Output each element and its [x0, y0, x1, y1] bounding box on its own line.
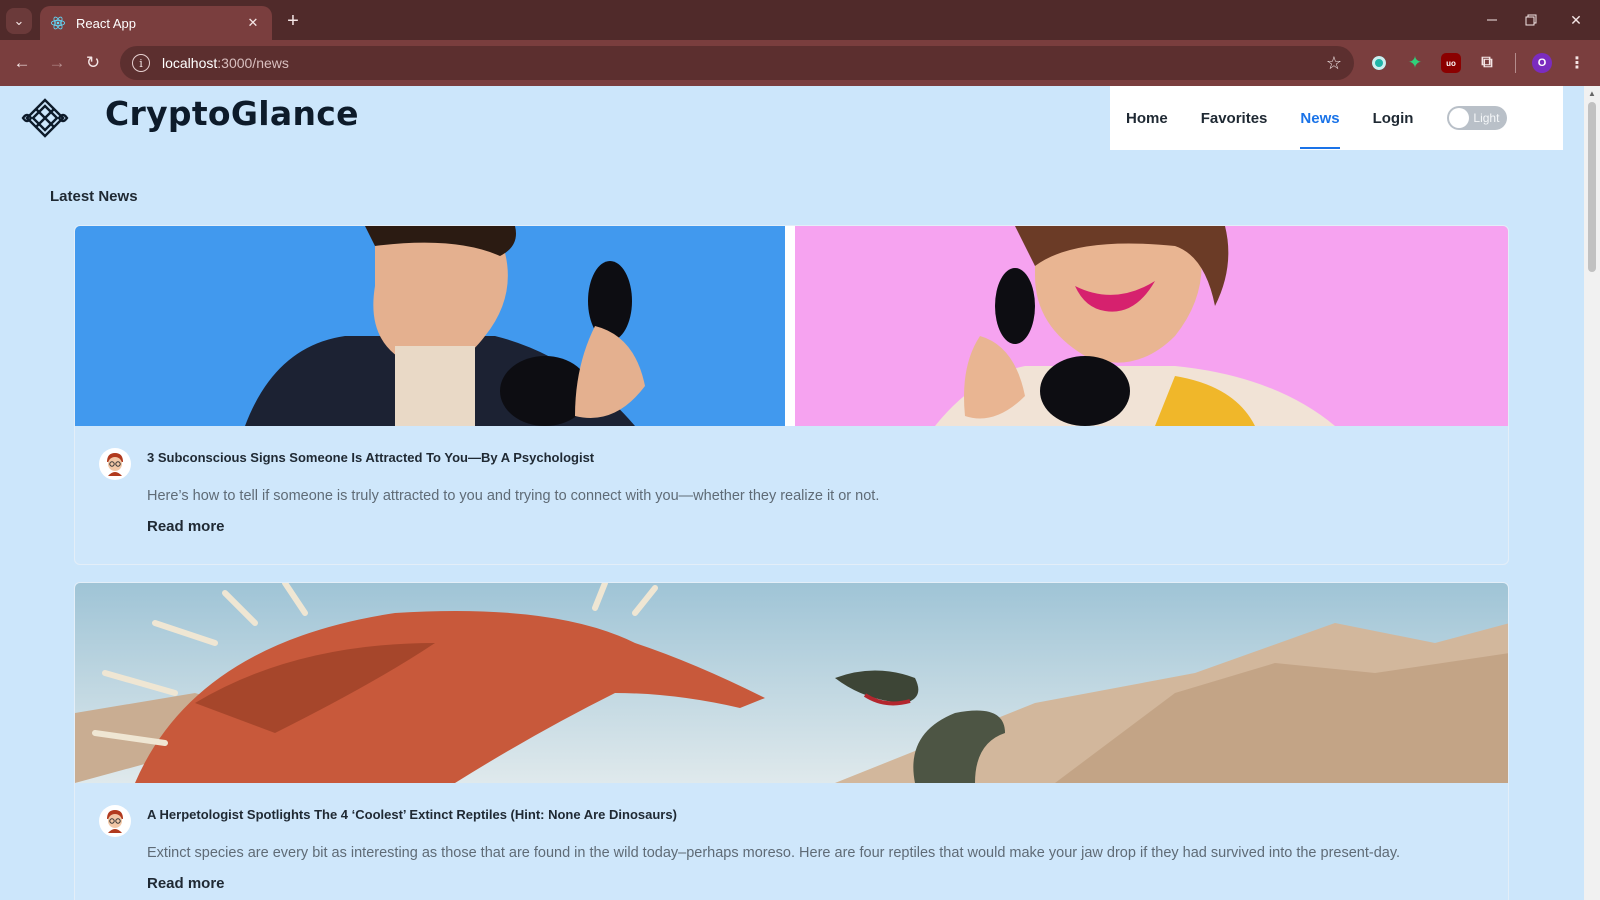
main-navbar: Home Favorites News Login Light: [1110, 86, 1563, 150]
news-card-body: 3 Subconscious Signs Someone Is Attracte…: [75, 426, 1508, 536]
article-title[interactable]: 3 Subconscious Signs Someone Is Attracte…: [147, 448, 1484, 468]
author-avatar: [99, 448, 131, 480]
toggle-knob: [1449, 108, 1470, 128]
ublock-extension-icon[interactable]: uo: [1441, 53, 1461, 73]
tab-close-icon[interactable]: ✕: [244, 14, 262, 32]
close-window-icon[interactable]: ✕: [1556, 6, 1596, 34]
author-avatar: [99, 805, 131, 837]
article-title[interactable]: A Herpetologist Spotlights The 4 ‘Cooles…: [147, 805, 1484, 825]
forward-arrow-icon[interactable]: →: [44, 50, 70, 76]
theme-toggle[interactable]: Light: [1447, 106, 1508, 130]
read-more-link[interactable]: Read more: [147, 875, 225, 892]
news-card-body: A Herpetologist Spotlights The 4 ‘Cooles…: [75, 783, 1508, 893]
react-favicon-icon: [50, 15, 66, 31]
restore-window-icon[interactable]: [1511, 6, 1551, 34]
extensions-puzzle-icon[interactable]: ⧉: [1477, 53, 1497, 73]
latest-news-heading: Latest News: [50, 188, 138, 205]
read-more-link[interactable]: Read more: [147, 518, 225, 535]
site-info-icon[interactable]: i: [132, 54, 150, 72]
page-scrollbar[interactable]: ▲: [1584, 86, 1600, 900]
article-image-phone-call[interactable]: [75, 226, 1508, 426]
address-bar[interactable]: i localhost:3000/news ☆: [120, 46, 1354, 80]
nav-home[interactable]: Home: [1126, 86, 1168, 150]
tab-title: React App: [76, 15, 136, 31]
browser-toolbar: ← → ↻ i localhost:3000/news ☆ ✦ uo ⧉ O ⋮: [0, 40, 1600, 86]
reload-icon[interactable]: ↻: [80, 50, 106, 76]
nav-news[interactable]: News: [1300, 86, 1340, 150]
profile-avatar[interactable]: O: [1532, 53, 1552, 73]
news-card: A Herpetologist Spotlights The 4 ‘Cooles…: [74, 582, 1509, 900]
back-arrow-icon[interactable]: ←: [9, 50, 35, 76]
browser-menu-icon[interactable]: ⋮: [1567, 53, 1587, 73]
article-image-reptiles[interactable]: [75, 583, 1508, 783]
article-description: Here’s how to tell if someone is truly a…: [147, 488, 880, 504]
browser-tab[interactable]: React App ✕: [40, 6, 272, 40]
nav-login[interactable]: Login: [1373, 86, 1414, 150]
minimize-window-icon[interactable]: [1472, 6, 1512, 34]
brand-logo-icon[interactable]: [20, 98, 70, 138]
article-description: Extinct species are every bit as interes…: [147, 845, 1401, 861]
scroll-up-arrow-icon[interactable]: ▲: [1588, 89, 1596, 98]
extension-leaf-icon[interactable]: ✦: [1405, 53, 1425, 73]
brand-name[interactable]: CryptoGlance: [105, 94, 359, 133]
browser-tab-strip: ⌄ React App ✕ + ✕: [0, 0, 1600, 40]
new-tab-plus-icon[interactable]: +: [280, 8, 306, 34]
page-viewport: CryptoGlance Home Favorites News Login L…: [0, 86, 1600, 900]
toolbar-divider: [1515, 53, 1516, 73]
theme-toggle-label: Light: [1473, 111, 1500, 125]
news-card: 3 Subconscious Signs Someone Is Attracte…: [74, 225, 1509, 565]
scrollbar-thumb[interactable]: [1588, 102, 1596, 272]
bookmark-star-icon[interactable]: ☆: [1326, 53, 1342, 74]
url-text: localhost:3000/news: [162, 55, 289, 71]
extension-circle-icon[interactable]: [1369, 53, 1389, 73]
tab-search-chevron-icon[interactable]: ⌄: [6, 8, 32, 34]
nav-favorites[interactable]: Favorites: [1201, 86, 1268, 150]
